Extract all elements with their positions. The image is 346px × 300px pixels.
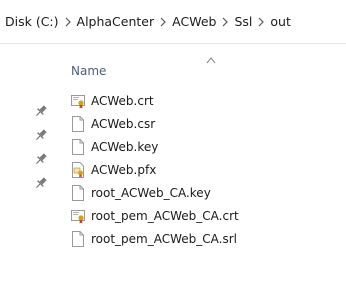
breadcrumb-item-ssl[interactable]: Ssl: [234, 14, 252, 29]
breadcrumb-item-out[interactable]: out: [270, 14, 290, 29]
file-name: ACWeb.crt: [91, 94, 154, 108]
certificate-file-icon: [71, 210, 85, 224]
blank-file-icon: [72, 116, 84, 132]
blank-file-icon: [72, 139, 84, 155]
file-row[interactable]: root_ACWeb_CA.key: [71, 182, 321, 204]
file-row[interactable]: ACWeb.csr: [71, 113, 321, 135]
chevron-right-icon[interactable]: [160, 17, 166, 27]
breadcrumb-item-disk[interactable]: Disk (C:): [5, 14, 59, 29]
file-row[interactable]: root_pem_ACWeb_CA.crt: [71, 205, 321, 227]
chevron-right-icon[interactable]: [65, 17, 71, 27]
file-name: ACWeb.pfx: [91, 163, 157, 177]
pfx-file-icon: [72, 162, 84, 178]
file-row[interactable]: ACWeb.pfx: [71, 159, 321, 181]
file-name: root_ACWeb_CA.key: [91, 186, 211, 200]
file-row[interactable]: ACWeb.key: [71, 136, 321, 158]
chevron-right-icon[interactable]: [222, 17, 229, 27]
blank-file-icon: [72, 185, 84, 201]
file-name: ACWeb.key: [91, 140, 159, 154]
breadcrumb: Disk (C:) AlphaCenter ACWeb Ssl out: [0, 0, 346, 44]
pin-icon[interactable]: [34, 104, 48, 118]
file-row[interactable]: ACWeb.crt: [71, 90, 321, 112]
pin-icon[interactable]: [34, 152, 48, 166]
file-name: root_pem_ACWeb_CA.crt: [91, 209, 239, 223]
column-header-name[interactable]: Name: [71, 64, 106, 78]
pin-icon[interactable]: [34, 128, 48, 142]
blank-file-icon: [72, 231, 84, 247]
sort-ascending-icon: [206, 57, 216, 64]
pin-icon[interactable]: [34, 176, 48, 190]
breadcrumb-item-acweb[interactable]: ACWeb: [172, 14, 216, 29]
file-name: ACWeb.csr: [91, 117, 156, 131]
file-row[interactable]: root_pem_ACWeb_CA.srl: [71, 228, 321, 250]
breadcrumb-item-alphacenter[interactable]: AlphaCenter: [77, 14, 155, 29]
chevron-right-icon[interactable]: [258, 17, 265, 27]
file-name: root_pem_ACWeb_CA.srl: [91, 232, 237, 246]
certificate-file-icon: [71, 95, 85, 109]
